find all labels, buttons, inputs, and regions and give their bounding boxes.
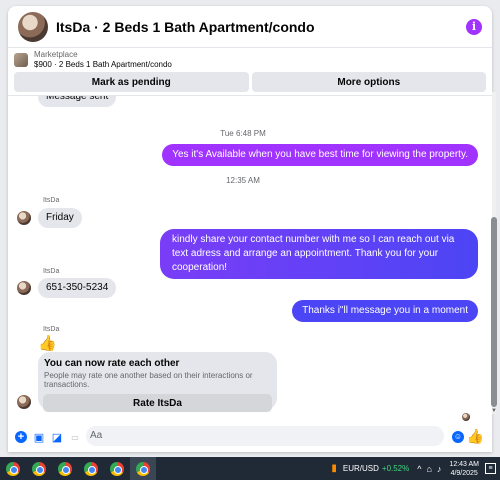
chrome-icon xyxy=(6,461,20,476)
clock-date: 4/9/2025 xyxy=(450,469,478,477)
gif-icon[interactable]: ▭ xyxy=(69,431,81,443)
rate-title: You can now rate each other xyxy=(44,358,180,369)
chrome-icon xyxy=(32,461,46,476)
system-tray: ▮ EUR/USD +0.52% ^ ⌂ ♪ 12:43 AM 4/9/2025… xyxy=(331,457,500,480)
image-icon[interactable]: ▣ xyxy=(33,431,45,444)
more-options-button[interactable]: More options xyxy=(251,72,486,92)
currency-change: +0.52% xyxy=(381,464,410,473)
marketplace-label: Marketplace xyxy=(34,50,78,59)
outgoing-message: kindly share your contact number with me… xyxy=(160,229,478,279)
timestamp: 12:35 AM xyxy=(226,176,260,185)
currency-pair[interactable]: EUR/USD xyxy=(343,464,379,473)
marketplace-bar[interactable]: Marketplace $900 · 2 Beds 1 Bath Apartme… xyxy=(8,49,492,71)
outgoing-message: Yes it's Available when you have best ti… xyxy=(162,144,478,166)
emoji-icon[interactable]: ☺ xyxy=(452,431,464,443)
chrome-icon xyxy=(110,461,124,476)
notification-icon[interactable]: ≡ xyxy=(485,463,496,474)
clock[interactable]: 12:43 AM 4/9/2025 xyxy=(449,460,479,478)
sender-name: ItsDa xyxy=(43,326,60,333)
sender-avatar[interactable] xyxy=(17,211,31,225)
sender-name: ItsDa xyxy=(43,197,60,204)
volume-icon[interactable]: ♪ xyxy=(437,464,442,474)
mark-pending-button[interactable]: Mark as pending xyxy=(14,72,249,92)
taskbar-app[interactable] xyxy=(26,457,52,480)
listing-actions: Mark as pending More options xyxy=(14,72,486,92)
taskbar: ▮ EUR/USD +0.52% ^ ⌂ ♪ 12:43 AM 4/9/2025… xyxy=(0,457,500,480)
message-input[interactable]: Aa xyxy=(86,426,444,446)
network-icon[interactable]: ⌂ xyxy=(426,464,431,474)
chrome-icon xyxy=(84,461,98,476)
taskbar-app[interactable] xyxy=(52,457,78,480)
chat-header: ItsDa · 2 Beds 1 Bath Apartment/condo i xyxy=(8,6,492,48)
info-icon[interactable]: i xyxy=(466,19,482,35)
scroll-down-icon[interactable]: ▼ xyxy=(490,408,498,414)
chat-window: ItsDa · 2 Beds 1 Bath Apartment/condo i … xyxy=(8,6,492,452)
message-thread: Message sent Tue 6:48 PM Yes it's Availa… xyxy=(8,95,492,421)
sticker-icon[interactable]: ◪ xyxy=(51,431,63,444)
sender-name: ItsDa xyxy=(43,268,60,275)
rate-card: You can now rate each other People may r… xyxy=(38,352,277,412)
listing-thumbnail xyxy=(14,53,28,67)
taskbar-app[interactable] xyxy=(104,457,130,480)
rate-subtitle: People may rate one another based on the… xyxy=(44,371,253,389)
timestamp: Tue 6:48 PM xyxy=(220,129,266,138)
avatar[interactable] xyxy=(18,11,48,42)
incoming-message: 651-350-5234 xyxy=(38,278,117,298)
taskbar-app-active[interactable] xyxy=(130,457,156,480)
chrome-icon xyxy=(136,461,150,476)
chrome-icon xyxy=(58,461,72,476)
plus-icon[interactable]: + xyxy=(15,431,27,443)
chart-icon[interactable]: ▮ xyxy=(331,463,337,474)
seen-indicator-avatar xyxy=(462,413,470,421)
rate-button[interactable]: Rate ItsDa xyxy=(43,394,272,412)
scrollbar-thumb[interactable] xyxy=(491,217,497,407)
incoming-message: Friday xyxy=(38,208,82,228)
thumbs-up-icon: 👍 xyxy=(38,335,57,352)
sender-avatar[interactable] xyxy=(17,395,31,409)
chat-title[interactable]: ItsDa · 2 Beds 1 Bath Apartment/condo xyxy=(56,19,315,35)
outgoing-message: Thanks i"ll message you in a moment xyxy=(292,300,478,322)
partial-message: Message sent xyxy=(38,96,117,107)
taskbar-app[interactable] xyxy=(78,457,104,480)
clock-time: 12:43 AM xyxy=(449,460,479,468)
chevron-up-icon[interactable]: ^ xyxy=(417,464,421,474)
taskbar-app[interactable] xyxy=(0,457,26,480)
sender-avatar[interactable] xyxy=(17,281,31,295)
like-icon[interactable]: 👍 xyxy=(467,429,484,443)
scrollbar[interactable]: ▲ ▼ xyxy=(490,92,498,414)
composer: + ▣ ◪ ▭ Aa ☺ 👍 xyxy=(8,422,492,452)
listing-price: $900 · 2 Beds 1 Bath Apartment/condo xyxy=(34,60,172,69)
